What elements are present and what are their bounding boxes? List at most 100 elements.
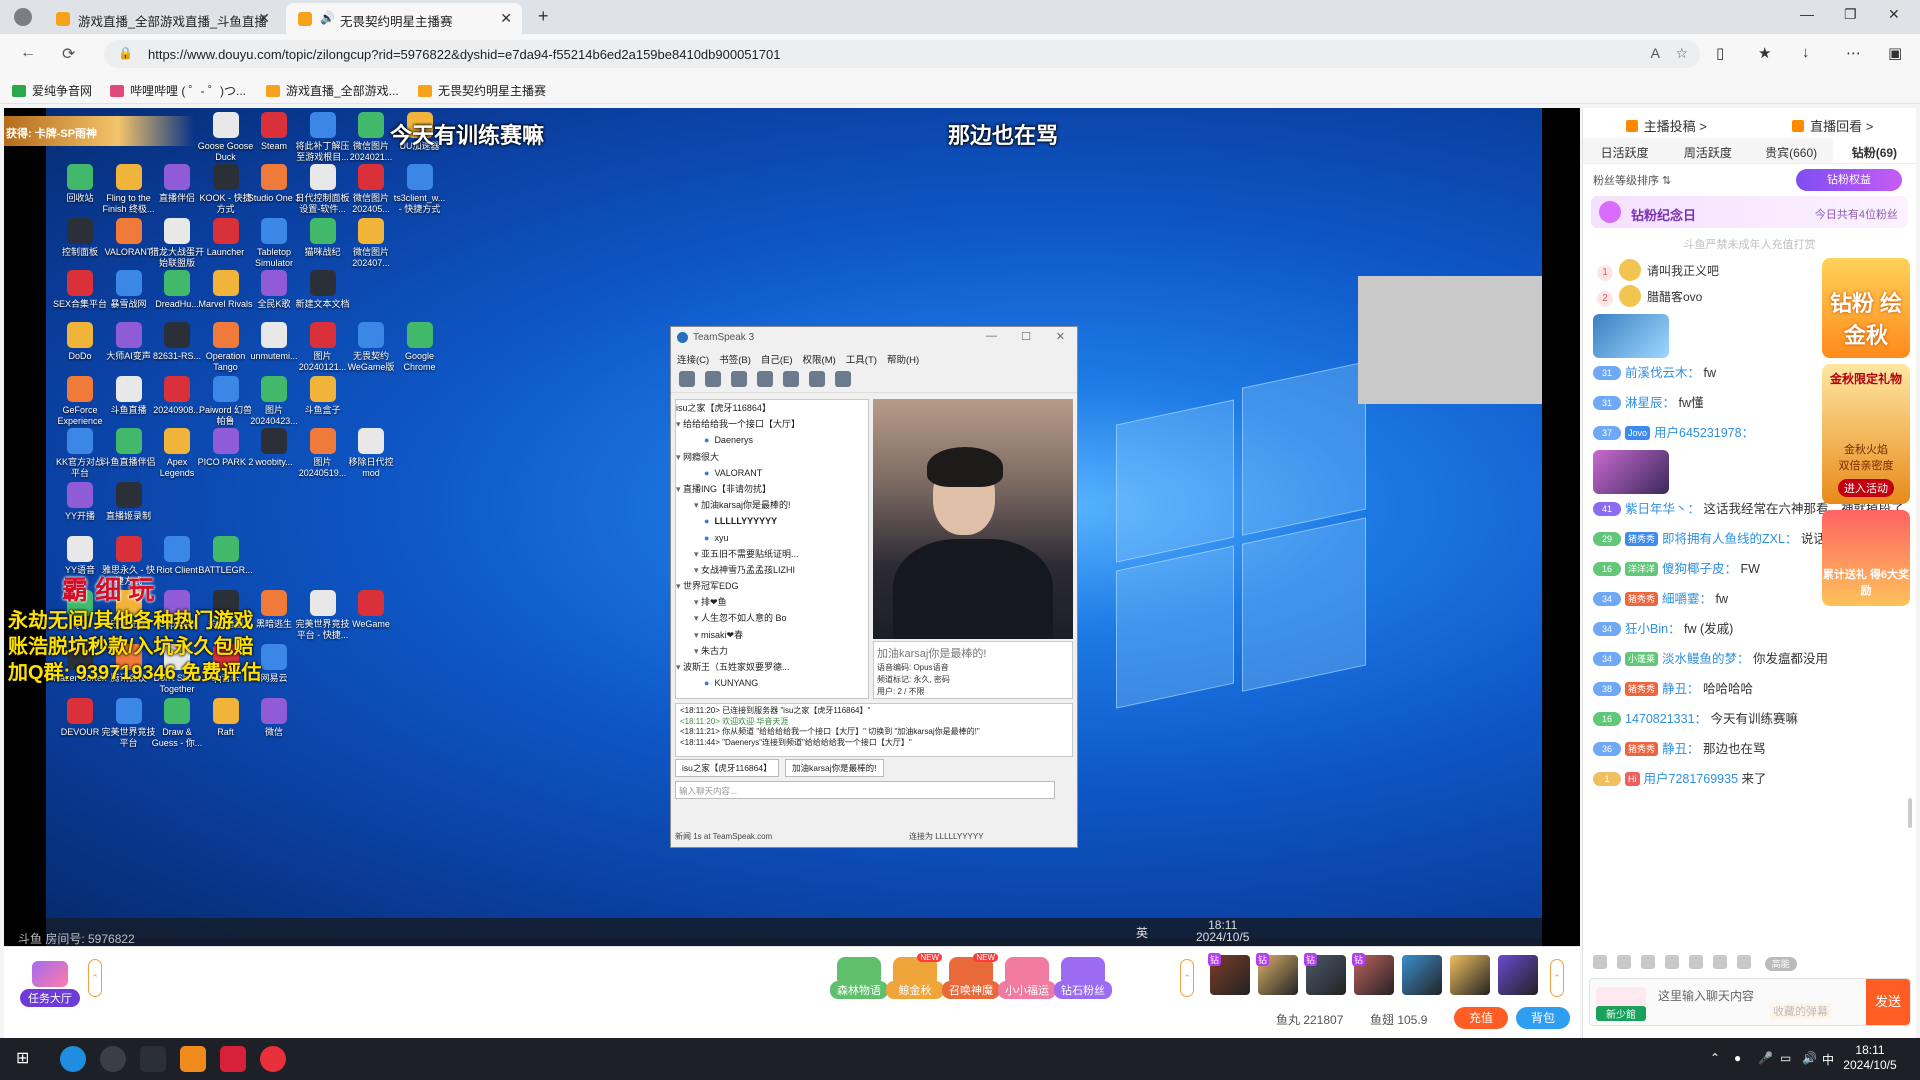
ts-channel-tree[interactable]: isu之家【虎牙116864】给给给给我一个接口【大厅】Daenerys网瘾很大… [675,399,869,699]
audio-playing-icon[interactable]: 🔊 [320,11,335,25]
away-icon[interactable] [783,371,799,387]
chat-username[interactable]: 用户7281769935 [1644,772,1739,786]
bookmark-item[interactable]: 哔哩哔哩 ( ゜- ゜)つ... [110,82,246,99]
bookmark-item[interactable]: 爱纯争音网 [12,82,92,99]
tab-daily-active[interactable]: 日活跃度 [1583,138,1666,163]
network-icon[interactable]: ▭ [1780,1051,1791,1065]
chat-username[interactable]: 狂小Bin： [1625,622,1681,636]
autumn-gift-banner[interactable]: 金秋限定礼物 金秋火焰 双倍亲密度 进入活动 [1822,364,1910,504]
tab-close-icon[interactable]: ✕ [500,10,512,27]
chat-username[interactable]: 傻狗椰子皮： [1662,562,1737,576]
ts-menu-item[interactable]: 权限(M) [803,355,836,366]
high-energy-button[interactable]: 高能 [1764,957,1797,971]
speaker-icon[interactable] [1617,955,1631,969]
mute-speaker-icon[interactable] [757,371,773,387]
ts-channel[interactable]: 给给给给我一个接口【大厅】 [676,416,868,432]
diamond-anniversary-banner[interactable]: 钻粉纪念日 今日共有4位粉丝 [1591,196,1908,228]
gift-item[interactable] [1402,955,1442,995]
ts-channel[interactable]: 亚五旧不需要贴纸证明... [676,546,868,562]
url-text[interactable]: https://www.douyu.com/topic/zilongcup?ri… [148,47,780,62]
streamer-submit-link[interactable]: 主播投稿 > [1583,108,1750,138]
chat-username[interactable]: 淋星辰： [1625,396,1675,410]
ime-indicator[interactable]: 中 [1822,1051,1834,1068]
color-icon[interactable] [1689,955,1703,969]
tab-close-icon[interactable]: ✕ [258,10,270,27]
ts-user[interactable]: xyu [676,530,868,546]
valorant-icon[interactable] [220,1046,246,1072]
netease-music-icon[interactable] [260,1046,286,1072]
tab-weekly-active[interactable]: 周活跃度 [1666,138,1749,163]
desktop-icon[interactable]: 斗鱼盒子 [295,376,351,416]
teamspeak-window[interactable]: TeamSpeak 3 — ☐ ✕ 连接(C) 书签(B) 自己(E) 权限(M) 工具… [670,326,1078,848]
replay-link[interactable]: 直播回看 > [1750,108,1917,138]
connect-icon[interactable] [679,371,695,387]
ts-channel[interactable]: 直播ING【非请勿扰】 [676,481,868,497]
ts-user[interactable]: VALORANT [676,465,868,481]
chat-username[interactable]: 淡水鳗鱼的梦： [1662,652,1750,666]
obs-icon[interactable] [100,1046,126,1072]
desktop-icon[interactable]: ts3client_w... - 快捷方式 [392,164,448,215]
lock-icon[interactable]: 🔒 [118,46,133,60]
close-icon[interactable]: ✕ [1056,330,1065,343]
ts-channel[interactable]: 排❤鱼 [676,594,868,610]
sidebar-icon[interactable]: ▣ [1888,44,1902,62]
ts-menu-item[interactable]: 自己(E) [761,355,793,366]
gift-icon[interactable] [1665,955,1679,969]
ts-user[interactable]: LLLLLYYYYYY [676,513,868,529]
expand-left-button[interactable]: ⌃ [88,959,102,997]
chat-username[interactable]: 紫日年华丶： [1625,502,1700,516]
desktop-icon[interactable]: 新建文本文档 [295,270,351,310]
whisper-icon[interactable] [835,371,851,387]
tab-diamond-fans[interactable]: 钻粉(69) [1832,138,1916,163]
chat-username[interactable]: 前溪伐云木： [1625,366,1700,380]
ts-channel[interactable]: 朱古力 [676,643,868,659]
chat-input-placeholder[interactable]: 这里输入聊天内容 [1658,987,1754,1004]
enter-activity-button[interactable]: 进入活动 [1838,479,1894,497]
contacts-icon[interactable] [809,371,825,387]
tray-chevron-icon[interactable]: ⌃ [1710,1051,1720,1065]
refresh-icon[interactable]: ⟳ [62,44,75,64]
ts-chat-input[interactable]: 输入聊天内容... [675,781,1055,799]
lock-icon[interactable] [1737,955,1751,969]
desktop-icon[interactable]: 移除日代控mod [343,428,399,479]
bookmark-item[interactable]: 无畏契约明星主播赛 [418,82,546,99]
chat-username[interactable]: 1470821331： [1625,712,1707,726]
ts-chat-tab[interactable]: isu之家【虎牙116864】 [675,759,779,777]
download-icon[interactable]: ↓ [1802,44,1810,61]
stream-player[interactable]: Goose Goose Duck Steam 将此补丁解压至游戏根目... 微信图片 … [4,108,1580,946]
bookmark-icon[interactable] [705,371,721,387]
gift-item[interactable] [1450,955,1490,995]
ts-chat-tab[interactable]: 加油karsaj你是最棒的! [784,759,884,777]
profile-icon[interactable] [14,8,32,26]
address-bar[interactable]: 🔒 https://www.douyu.com/topic/zilongcup?… [104,40,1700,68]
tab-vip[interactable]: 贵宾(660) [1750,138,1833,163]
scroll-gifts-left-button[interactable]: ⌃ [1180,959,1194,997]
ts-menu-item[interactable]: 帮助(H) [887,355,919,366]
ts-channel[interactable]: isu之家【虎牙116864】 [676,400,868,416]
chat-username[interactable]: 静丑： [1662,742,1700,756]
start-icon[interactable]: ⊞ [16,1048,29,1068]
gift-activity[interactable]: 小小福运 [998,957,1056,999]
ts-menu-item[interactable]: 工具(T) [846,355,877,366]
microphone-icon[interactable]: 🎤 [1758,1051,1773,1065]
emoji-icon[interactable] [1593,955,1607,969]
desktop-icon[interactable]: Google Chrome [392,322,448,373]
gift-item[interactable]: 钻 [1256,953,1298,995]
gift-activity[interactable]: 鲸金秋 NEW [886,953,944,999]
sort-label[interactable]: 粉丝等级排序 ⇅ [1593,175,1671,187]
ts-user[interactable]: Daenerys [676,432,868,448]
ts-channel[interactable]: 加油karsaj你是最棒的! [676,497,868,513]
favorites-icon[interactable]: ★ [1758,44,1771,62]
restore-icon[interactable]: ❐ [1844,6,1857,23]
edge-icon[interactable] [60,1046,86,1072]
ts-channel[interactable]: 世界冠军EDG [676,578,868,594]
ts-menu-item[interactable]: 连接(C) [677,355,709,366]
chat-scrollbar[interactable] [1908,798,1912,828]
tab-douyu-games[interactable]: 游戏直播_全部游戏直播_斗鱼直播 ✕ [44,3,280,34]
gift-item[interactable] [1498,955,1538,995]
system-clock[interactable]: 18:11 2024/10/5 [1838,1043,1902,1073]
send-button[interactable]: 发送 [1866,979,1910,1025]
maximize-icon[interactable]: ☐ [1021,330,1031,343]
gift-activity[interactable]: 钻石粉丝 [1054,957,1112,999]
ts-channel[interactable]: 人生忽不如人意的 Bo [676,610,868,626]
